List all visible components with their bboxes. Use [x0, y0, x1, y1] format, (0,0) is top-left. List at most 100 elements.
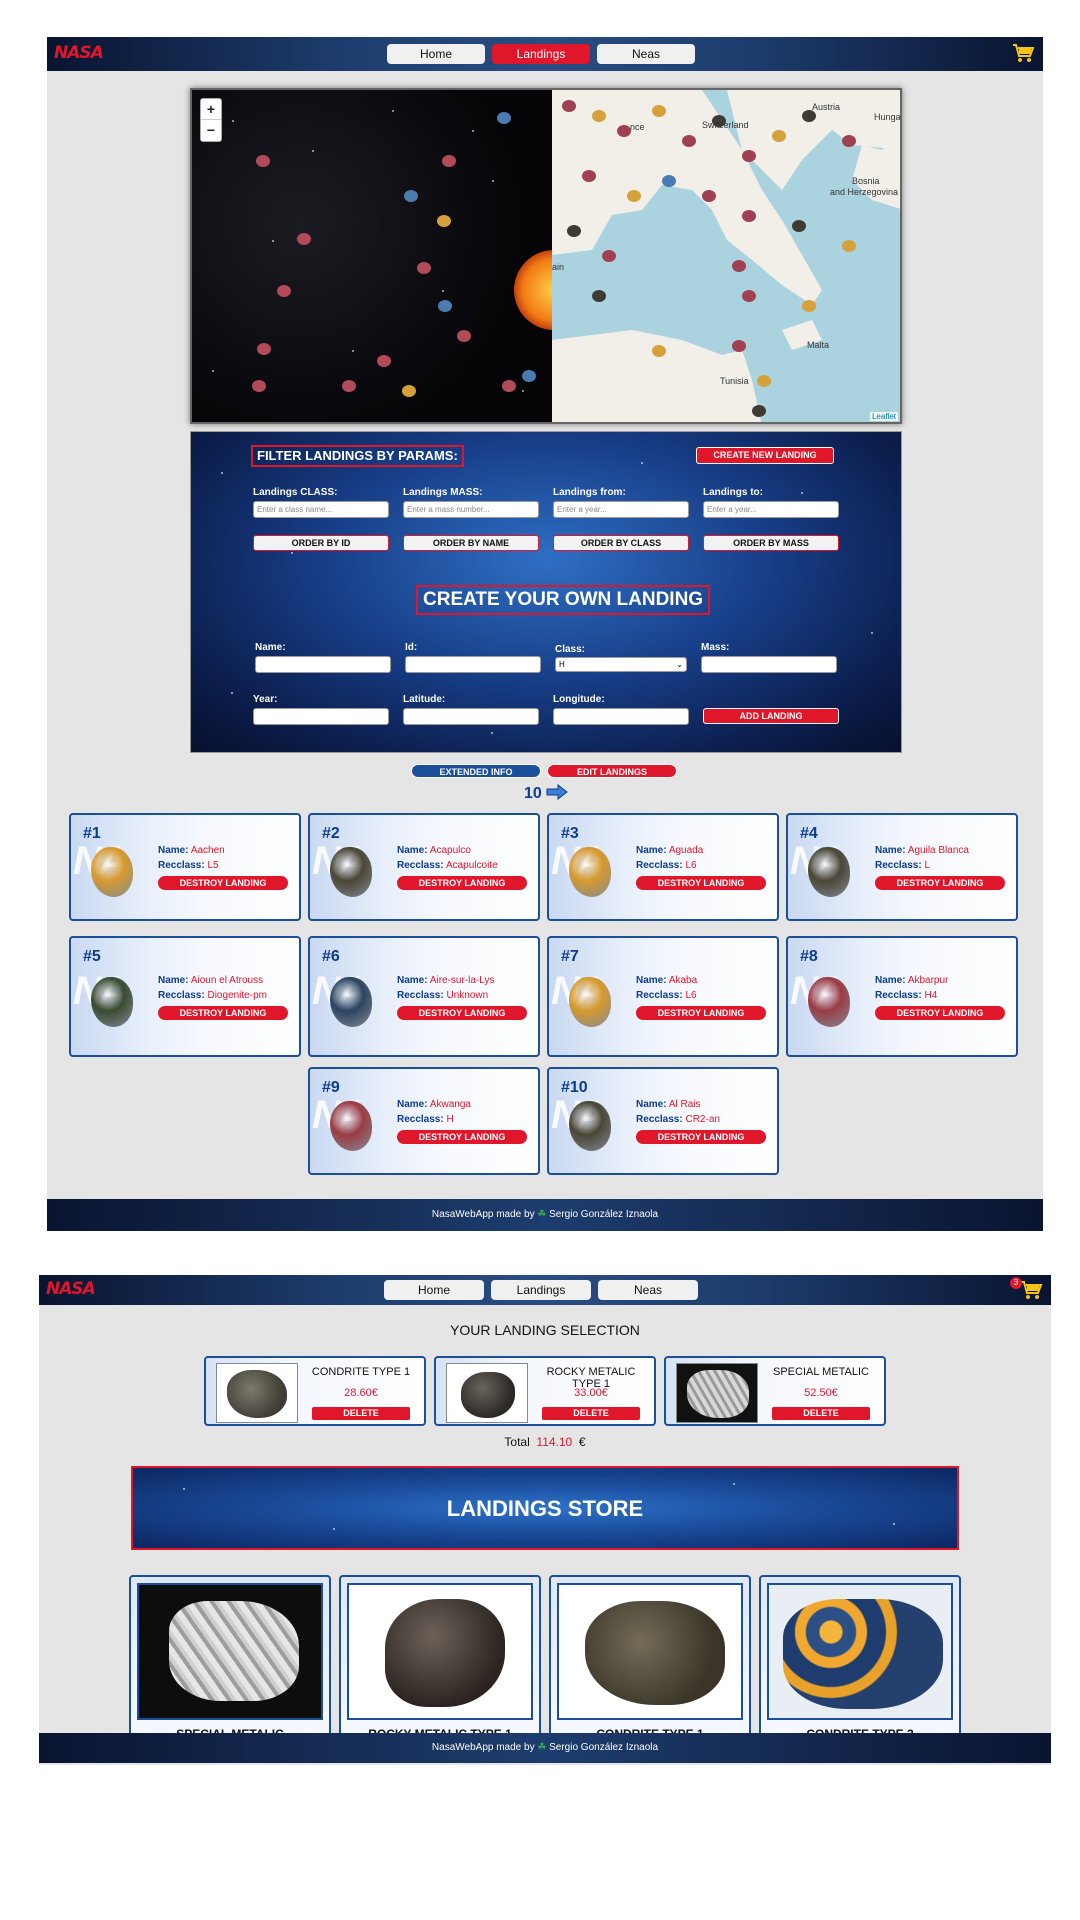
latitude-field-label: Latitude:: [403, 694, 446, 705]
selection-item-price: 33.00€: [574, 1387, 608, 1399]
recclass-label: Recclass:: [158, 989, 205, 1001]
landing-card: NA#10Name: Al RaisRecclass: CR2-anDESTRO…: [547, 1067, 779, 1175]
landing-card-recclass: H: [446, 1114, 454, 1125]
class-filter-input[interactable]: Enter a class name...: [253, 501, 389, 518]
order-by-class-button[interactable]: ORDER BY CLASS: [553, 535, 689, 551]
selection-title: YOUR LANDING SELECTION: [450, 1322, 640, 1338]
landing-card-recclass: Diogenite-pm: [207, 989, 267, 1001]
destroy-landing-button[interactable]: DESTROY LANDING: [636, 876, 766, 890]
page-count: 10: [524, 785, 542, 802]
destroy-landing-button[interactable]: DESTROY LANDING: [158, 1005, 288, 1020]
landing-card-class-line: Recclass: Acapulcoite: [397, 860, 498, 871]
landings-map[interactable]: Austria Hungar Switzerland nce Bosnia an…: [190, 88, 902, 424]
selection-item: SPECIAL METALIC 52.50€ DELETE: [664, 1356, 886, 1426]
landing-card-name-line: Name: Aachen: [158, 845, 225, 856]
footer: NasaWebApp made by ☘ Sergio González Izn…: [47, 1199, 1043, 1231]
geo-map-layer: Austria Hungar Switzerland nce Bosnia an…: [552, 90, 900, 422]
longitude-field-input[interactable]: [553, 708, 689, 725]
class-field-select[interactable]: H ⌄: [555, 657, 687, 672]
year-field-label: Year:: [253, 694, 278, 705]
order-by-id-button[interactable]: ORDER BY ID: [253, 535, 389, 551]
landing-card-class-line: Recclass: Unknown: [397, 990, 488, 1001]
footer-author[interactable]: Sergio González Iznaola: [549, 1209, 658, 1220]
edit-landings-tab[interactable]: EDIT LANDINGS: [547, 764, 677, 778]
store-item[interactable]: CONDRITE TYPE 1: [549, 1575, 751, 1755]
landing-card-recclass: L6: [685, 989, 697, 1001]
clover-icon: ☘: [537, 1209, 547, 1220]
destroy-landing-button[interactable]: DESTROY LANDING: [397, 1005, 527, 1020]
destroy-landing-button[interactable]: DESTROY LANDING: [875, 1005, 1005, 1020]
footer-prefix: NasaWebApp made by: [431, 1209, 535, 1220]
zoom-out-button[interactable]: −: [201, 120, 221, 141]
selection-item: CONDRITE TYPE 1 28.60€ DELETE: [204, 1356, 426, 1426]
zoom-in-button[interactable]: +: [201, 99, 221, 120]
nav-home-button[interactable]: Home: [387, 44, 485, 64]
meteorite-image: [569, 847, 611, 897]
nav-neas-button[interactable]: Neas: [597, 44, 695, 64]
create-new-landing-button[interactable]: CREATE NEW LANDING: [696, 447, 834, 464]
nav-landings-button[interactable]: Landings: [491, 1280, 591, 1300]
to-year-input[interactable]: Enter a year...: [703, 501, 839, 518]
nav-neas-button[interactable]: Neas: [598, 1280, 698, 1300]
mass-filter-label: Landings MASS:: [403, 487, 483, 498]
meteorite-image: [91, 976, 133, 1027]
next-page-arrow-icon[interactable]: [546, 783, 569, 801]
destroy-landing-button[interactable]: DESTROY LANDING: [636, 1005, 766, 1020]
selection-item-price: 28.60€: [344, 1387, 378, 1399]
cart-icon[interactable]: [1011, 41, 1035, 65]
landing-card-recclass: Acapulcoite: [445, 860, 498, 871]
clover-icon: ☘: [537, 1742, 547, 1753]
landing-card-name: Aachen: [190, 845, 225, 856]
map-label-switzerland: Switzerland: [702, 120, 749, 130]
cart-icon[interactable]: [1019, 1278, 1043, 1302]
order-by-mass-button[interactable]: ORDER BY MASS: [703, 535, 839, 551]
destroy-landing-button[interactable]: DESTROY LANDING: [636, 1130, 766, 1144]
from-year-input[interactable]: Enter a year...: [553, 501, 689, 518]
mass-filter-input[interactable]: Enter a mass number...: [403, 501, 539, 518]
store-item-image: [767, 1583, 953, 1720]
landing-card-name-line: Name: Aguada: [636, 845, 703, 856]
recclass-label: Recclass:: [397, 860, 444, 871]
store-item[interactable]: CONDRITE TYPE 2: [759, 1575, 961, 1755]
order-by-name-button[interactable]: ORDER BY NAME: [403, 535, 539, 551]
landing-card-name: Aguila Blanca: [907, 845, 969, 856]
recclass-label: Recclass:: [397, 989, 444, 1001]
extended-info-tab[interactable]: EXTENDED INFO: [411, 764, 541, 778]
landing-card-recclass: L5: [207, 860, 219, 871]
footer-author[interactable]: Sergio González Iznaola: [549, 1742, 658, 1753]
meteorite-image: [330, 847, 372, 897]
nav-landings-button[interactable]: Landings: [492, 44, 590, 64]
landing-card-number: #3: [561, 825, 579, 842]
destroy-landing-button[interactable]: DESTROY LANDING: [397, 1130, 527, 1144]
name-field-input[interactable]: [255, 656, 391, 673]
mass-field-input[interactable]: [701, 656, 837, 673]
landing-card-recclass: CR2-an: [685, 1114, 720, 1125]
store-item[interactable]: SPECIAL METALIC: [129, 1575, 331, 1755]
map-label-tunisia: Tunisia: [720, 376, 749, 386]
id-field-input[interactable]: [405, 656, 541, 673]
landing-card-recclass: L: [924, 860, 931, 871]
add-landing-button[interactable]: ADD LANDING: [703, 708, 839, 724]
nav-home-button[interactable]: Home: [384, 1280, 484, 1300]
delete-button[interactable]: DELETE: [542, 1407, 640, 1420]
year-field-input[interactable]: [253, 708, 389, 725]
destroy-landing-button[interactable]: DESTROY LANDING: [158, 876, 288, 890]
map-attribution[interactable]: Leaflet: [869, 412, 898, 421]
selection-item-image: [216, 1363, 298, 1423]
destroy-landing-button[interactable]: DESTROY LANDING: [875, 876, 1005, 890]
landing-card-class-line: Recclass: L6: [636, 860, 697, 871]
selection-item-image: [446, 1363, 528, 1423]
map-zoom-control: + −: [200, 98, 222, 142]
nasa-logo[interactable]: NASA: [46, 1279, 96, 1299]
chevron-down-icon: ⌄: [676, 660, 683, 669]
store-item[interactable]: ROCKY METALIC TYPE 1: [339, 1575, 541, 1755]
latitude-field-input[interactable]: [403, 708, 539, 725]
delete-button[interactable]: DELETE: [772, 1407, 870, 1420]
landing-card-class-line: Recclass: H4: [875, 990, 937, 1001]
destroy-landing-button[interactable]: DESTROY LANDING: [397, 876, 527, 890]
delete-button[interactable]: DELETE: [312, 1407, 410, 1420]
landing-card-class-line: Recclass: L6: [636, 990, 697, 1001]
landing-card-number: #6: [322, 948, 340, 965]
top-navbar: NASA Home Landings Neas: [47, 37, 1043, 71]
nasa-logo[interactable]: NASA: [54, 43, 104, 63]
